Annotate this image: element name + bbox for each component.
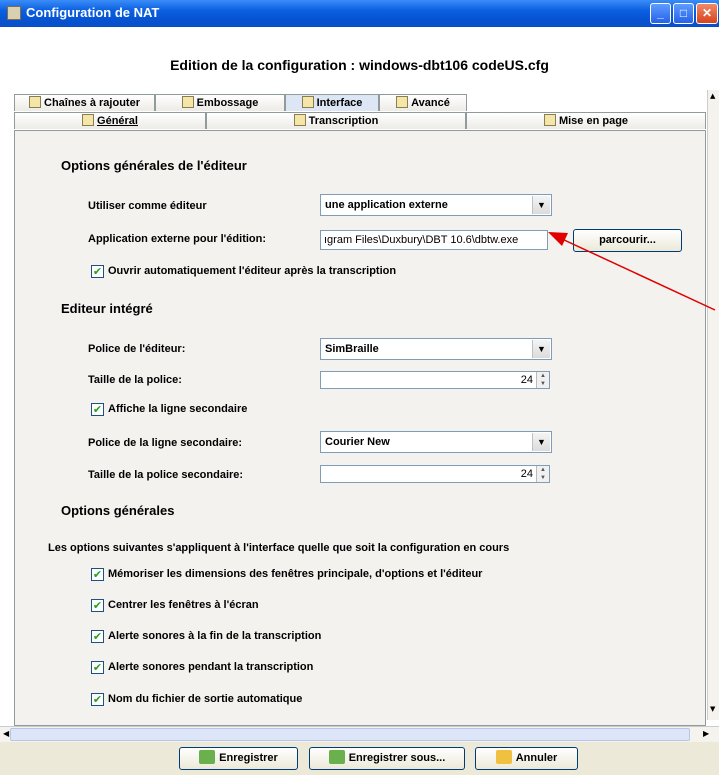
scroll-thumb[interactable] xyxy=(10,728,690,741)
section-title-editor-options: Options générales de l'éditeur xyxy=(61,158,247,173)
option-checkbox[interactable]: ✔ xyxy=(91,693,104,706)
option-label: Nom du fichier de sortie automatique xyxy=(108,693,303,705)
scroll-down-icon[interactable]: ▼ xyxy=(710,705,715,713)
auto-open-checkbox[interactable]: ✔ xyxy=(91,265,104,278)
tab-embossage[interactable]: Embossage xyxy=(155,94,285,111)
secondary-font-select[interactable]: Courier New ▼ xyxy=(320,431,552,453)
option-label: Alerte sonores à la fin de la transcript… xyxy=(108,630,322,642)
tab-icon xyxy=(29,96,41,108)
tab-mise-en-page[interactable]: Mise en page xyxy=(466,112,706,129)
window-title: Configuration de NAT xyxy=(26,5,160,20)
tab-transcription[interactable]: Transcription xyxy=(206,112,466,129)
save-icon xyxy=(199,750,216,764)
page-title: Edition de la configuration : windows-db… xyxy=(170,57,549,73)
app-icon xyxy=(7,6,21,20)
use-as-editor-label: Utiliser comme éditeur xyxy=(88,200,207,212)
save-as-button[interactable]: Enregistrer sous... xyxy=(309,747,465,770)
tab-icon xyxy=(543,114,556,126)
external-app-field[interactable]: ıgram Files\Duxbury\DBT 10.6\dbtw.exe xyxy=(320,230,548,250)
scroll-up-icon[interactable]: ▲ xyxy=(710,92,715,100)
chevron-down-icon[interactable]: ▼ xyxy=(532,340,550,358)
general-options-description: Les options suivantes s'appliquent à l'i… xyxy=(48,542,510,554)
chevron-down-icon[interactable]: ▼ xyxy=(532,433,550,451)
editor-font-label: Police de l'éditeur: xyxy=(88,343,186,355)
tab-general[interactable]: Général xyxy=(14,112,206,129)
tab-chaines[interactable]: Chaînes à rajouter xyxy=(14,94,155,111)
section-title-integrated-editor: Editeur intégré xyxy=(61,301,153,316)
secondary-size-label: Taille de la police secondaire: xyxy=(88,469,244,481)
cancel-button[interactable]: Annuler xyxy=(475,747,578,770)
browse-button[interactable]: parcourir... xyxy=(573,229,682,252)
show-secondary-label: Affiche la ligne secondaire xyxy=(108,403,248,415)
option-label: Centrer les fenêtres à l'écran xyxy=(108,599,259,611)
secondary-size-spinner[interactable]: 24 ▲ ▼ xyxy=(320,465,550,483)
tab-icon xyxy=(396,96,409,108)
option-label: Mémoriser les dimensions des fenêtres pr… xyxy=(108,568,483,580)
option-label: Alerte sonores pendant la transcription xyxy=(108,661,314,673)
tab-row-1: Chaînes à rajouter Embossage Interface A… xyxy=(14,94,706,111)
editor-font-select[interactable]: SimBraille ▼ xyxy=(320,338,552,360)
undo-icon xyxy=(495,750,512,764)
tab-icon xyxy=(301,96,314,108)
title-bar[interactable]: Configuration de NAT _ □ ✕ xyxy=(0,0,719,27)
tab-icon xyxy=(82,114,95,126)
close-button[interactable]: ✕ xyxy=(696,3,718,24)
tab-icon xyxy=(181,96,194,108)
spinner-arrows-icon[interactable]: ▲ ▼ xyxy=(536,372,549,388)
chevron-down-icon[interactable]: ▼ xyxy=(532,196,550,214)
tab-row-2: Général Transcription Mise en page xyxy=(14,112,706,129)
show-secondary-checkbox[interactable]: ✔ xyxy=(91,403,104,416)
minimize-button[interactable]: _ xyxy=(650,3,671,24)
secondary-font-label: Police de la ligne secondaire: xyxy=(88,437,243,449)
maximize-button[interactable]: □ xyxy=(673,3,694,24)
tab-avance[interactable]: Avancé xyxy=(379,94,467,111)
save-button[interactable]: Enregistrer xyxy=(179,747,298,770)
horizontal-scrollbar[interactable]: ◀ ▶ xyxy=(0,726,719,742)
vertical-scrollbar[interactable]: ▲ ▼ xyxy=(707,90,719,720)
tab-icon xyxy=(293,114,306,126)
external-app-label: Application externe pour l'édition: xyxy=(88,233,267,245)
use-as-editor-select[interactable]: une application externe ▼ xyxy=(320,194,552,216)
section-title-general-options: Options générales xyxy=(61,503,175,518)
option-checkbox[interactable]: ✔ xyxy=(91,661,104,674)
option-checkbox[interactable]: ✔ xyxy=(91,568,104,581)
scroll-left-icon[interactable]: ◀ xyxy=(3,729,9,738)
tab-interface[interactable]: Interface xyxy=(285,94,379,111)
option-checkbox[interactable]: ✔ xyxy=(91,599,104,612)
scroll-right-icon[interactable]: ▶ xyxy=(703,729,709,738)
save-as-icon xyxy=(328,750,345,764)
auto-open-label: Ouvrir automatiquement l'éditeur après l… xyxy=(108,265,397,277)
font-size-spinner[interactable]: 24 ▲ ▼ xyxy=(320,371,550,389)
option-checkbox[interactable]: ✔ xyxy=(91,630,104,643)
font-size-label: Taille de la police: xyxy=(88,374,182,386)
spinner-arrows-icon[interactable]: ▲ ▼ xyxy=(536,466,549,482)
